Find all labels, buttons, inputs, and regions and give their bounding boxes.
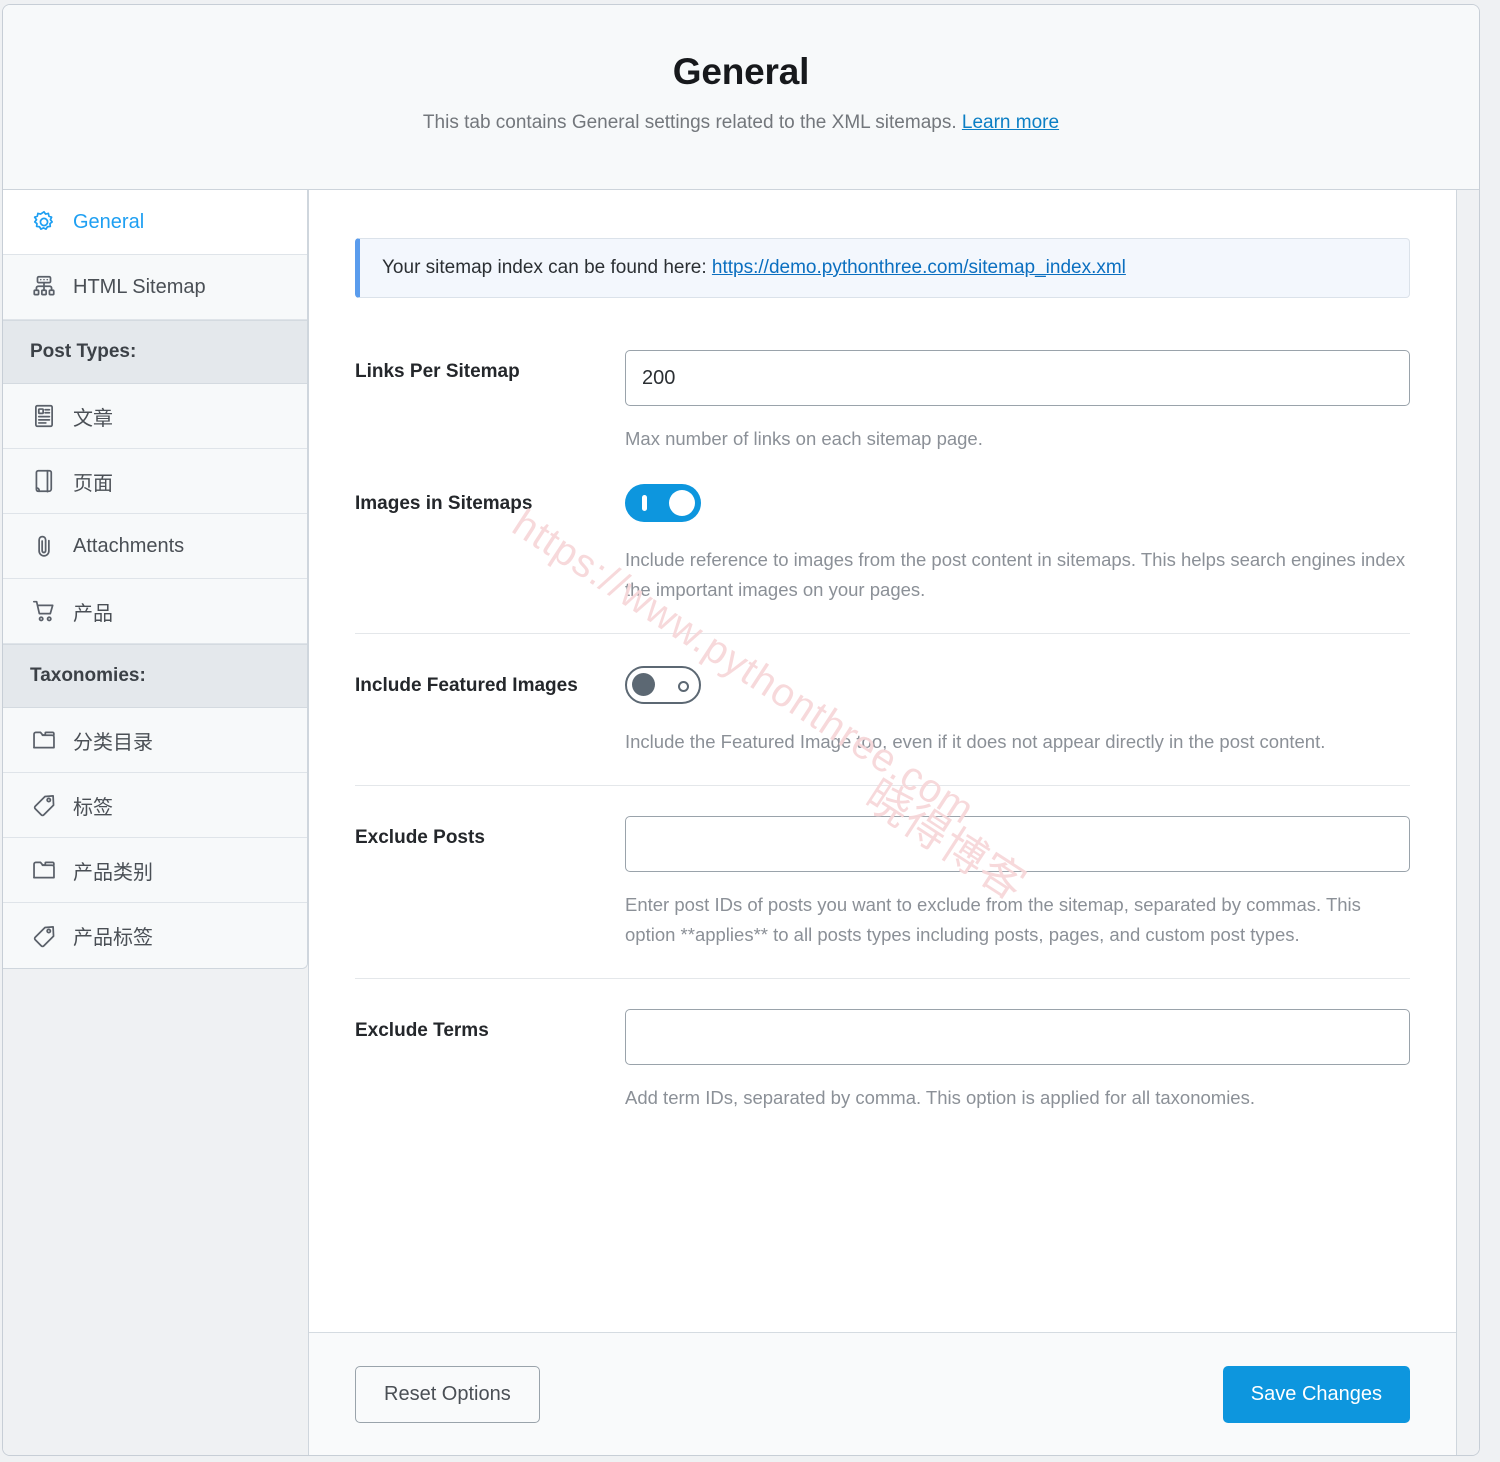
links-per-sitemap-input[interactable] — [625, 350, 1410, 406]
page-subtitle-text: This tab contains General settings relat… — [422, 111, 957, 133]
field-links-per-sitemap: Links Per Sitemap Max number of links on… — [355, 350, 1410, 482]
sidebar-group-post-types: Post Types: — [3, 320, 307, 384]
sidebar-item-1[interactable]: HTML Sitemap — [3, 255, 307, 320]
page-title: General — [672, 51, 810, 92]
save-changes-button[interactable]: Save Changes — [1222, 1366, 1410, 1423]
field-include-featured-images: Include Featured Images Include the Feat… — [355, 664, 1410, 786]
sitemap-index-link[interactable]: https://demo.pythonthree.com/sitemap_ind… — [712, 257, 1126, 278]
right-gutter — [1457, 190, 1479, 1455]
learn-more-link[interactable]: Learn more — [962, 112, 1059, 133]
images-in-sitemaps-control: Include reference to images from the pos… — [625, 482, 1410, 605]
settings-form: Your sitemap index can be found here: ht… — [309, 190, 1456, 1332]
tag-icon — [30, 791, 58, 819]
exclude-terms-input[interactable] — [625, 1008, 1410, 1065]
article-icon — [30, 402, 58, 430]
sitemap-index-notice: Your sitemap index can be found here: ht… — [355, 238, 1410, 298]
exclude-terms-label: Exclude Terms — [355, 1019, 489, 1041]
sidebar-item-label: 页面 — [73, 472, 113, 495]
sidebar-item-label: 分类目录 — [73, 731, 153, 754]
links-per-sitemap-label: Links Per Sitemap — [355, 361, 520, 382]
sidebar-item-10[interactable]: 产品类别 — [3, 838, 307, 903]
panel-footer: Reset Options Save Changes — [309, 1332, 1456, 1455]
folder-icon — [30, 726, 58, 754]
sidebar-nav-list: General HTML Sitemap Post Types: 文章页面 Attach… — [3, 190, 308, 969]
sidebar-item-4[interactable]: 页面 — [3, 449, 307, 514]
field-images-in-sitemaps: Images in Sitemaps Include reference to … — [355, 482, 1410, 634]
exclude-terms-control: Add term IDs, separated by comma. This o… — [625, 1008, 1410, 1113]
field-exclude-terms: Exclude Terms Add term IDs, separated by… — [355, 1008, 1410, 1141]
toggle-knob-icon — [669, 489, 695, 516]
images-in-sitemaps-toggle[interactable] — [625, 483, 701, 522]
reset-options-button[interactable]: Reset Options — [355, 1366, 540, 1423]
field-exclude-posts: Exclude Posts Enter post IDs of posts yo… — [355, 815, 1410, 979]
exclude-posts-control: Enter post IDs of posts you want to excl… — [625, 815, 1410, 950]
sidebar-group-label: Taxonomies: — [30, 665, 146, 686]
sidebar-item-0[interactable]: General — [3, 190, 307, 255]
sidebar-item-label: 产品标签 — [73, 927, 153, 949]
include-featured-images-label: Include Featured Images — [355, 674, 578, 696]
include-featured-images-help: Include the Featured Image too, even if … — [625, 730, 1326, 752]
notice-text: Your sitemap index can be found here: — [382, 257, 707, 278]
sidebar-item-11[interactable]: 产品标签 — [3, 903, 307, 968]
sidebar-item-label: General — [73, 210, 145, 233]
sidebar-item-8[interactable]: 分类目录 — [3, 708, 307, 773]
sidebar-item-label: 产品 — [73, 602, 113, 625]
settings-window: General This tab contains General settin… — [2, 4, 1480, 1456]
sidebar-item-label: 文章 — [73, 407, 113, 430]
page-subtitle: This tab contains General settings relat… — [3, 111, 1479, 136]
main-panel: Your sitemap index can be found here: ht… — [308, 190, 1457, 1455]
images-in-sitemaps-label: Images in Sitemaps — [355, 492, 533, 514]
sidebar-item-3[interactable]: 文章 — [3, 384, 307, 449]
sidebar-group-label: Post Types: — [30, 341, 137, 362]
sitemap-icon — [30, 273, 58, 301]
exclude-posts-label: Exclude Posts — [355, 826, 485, 848]
sidebar-item-9[interactable]: 标签 — [3, 773, 307, 838]
links-per-sitemap-help: Max number of links on each sitemap page… — [625, 428, 983, 449]
toggle-ring-icon — [678, 680, 689, 692]
exclude-posts-help: Enter post IDs of posts you want to excl… — [625, 893, 1361, 945]
sidebar: General HTML Sitemap Post Types: 文章页面 Attach… — [3, 190, 308, 1455]
include-featured-images-control: Include the Featured Image too, even if … — [625, 664, 1410, 757]
links-per-sitemap-control: Max number of links on each sitemap page… — [625, 350, 1410, 454]
sidebar-item-label: 标签 — [73, 796, 113, 819]
exclude-terms-help: Add term IDs, separated by comma. This o… — [625, 1086, 1255, 1108]
toggle-knob-icon — [632, 672, 655, 696]
paperclip-icon — [30, 532, 58, 560]
cart-icon — [30, 597, 58, 625]
sidebar-item-5[interactable]: Attachments — [3, 514, 307, 579]
page-header: General This tab contains General settin… — [3, 5, 1479, 190]
exclude-posts-input[interactable] — [625, 815, 1410, 872]
sidebar-item-6[interactable]: 产品 — [3, 579, 307, 644]
images-in-sitemaps-help: Include reference to images from the pos… — [625, 548, 1406, 600]
include-featured-images-toggle[interactable] — [625, 665, 701, 704]
tag-icon — [30, 922, 58, 950]
gear-icon — [30, 208, 58, 236]
sidebar-item-label: Attachments — [73, 534, 185, 557]
page-icon — [30, 467, 58, 495]
sidebar-item-label: HTML Sitemap — [73, 275, 206, 298]
folder-icon — [30, 856, 58, 884]
toggle-bar-icon — [642, 494, 647, 511]
sidebar-group-taxonomies: Taxonomies: — [3, 644, 307, 708]
sidebar-item-label: 产品类别 — [73, 861, 153, 884]
body-split: General HTML Sitemap Post Types: 文章页面 Attach… — [3, 190, 1479, 1455]
